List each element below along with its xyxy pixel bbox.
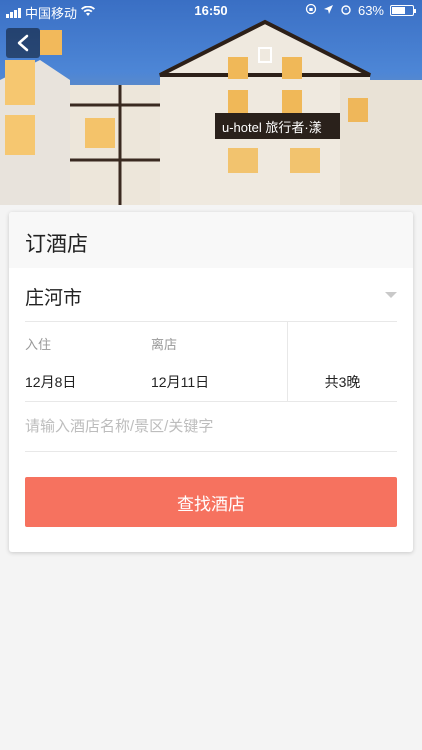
battery-icon xyxy=(390,5,416,16)
keyword-search-input[interactable] xyxy=(25,402,397,451)
keyword-search xyxy=(25,402,397,452)
city-value: 庄河市 xyxy=(25,288,83,309)
battery-percent: 63% xyxy=(357,3,384,18)
city-selector[interactable]: 庄河市 xyxy=(25,268,397,322)
nights-count: 共3晚 xyxy=(287,322,397,402)
checkout-date-picker[interactable]: 离店 12月11日 xyxy=(151,322,287,402)
checkin-date: 12月8日 xyxy=(25,374,77,390)
back-button[interactable] xyxy=(6,28,40,58)
dropdown-caret-icon xyxy=(385,292,397,298)
nights-text: 共3晚 xyxy=(324,374,361,390)
hotel-photo: u-hotel 旅行者·漾 xyxy=(0,19,422,205)
checkin-label: 入住 xyxy=(25,337,52,352)
checkin-date-picker[interactable]: 入住 12月8日 xyxy=(25,322,151,402)
alarm-icon xyxy=(340,3,352,18)
status-bar: 中国移动 16:50 63% xyxy=(0,0,422,22)
hotel-hero-image: u-hotel 旅行者·漾 xyxy=(0,0,422,205)
hotel-booking-card: 订酒店 庄河市 入住 12月8日 离店 12月11日 共3晚 查找酒店 xyxy=(9,212,413,552)
rotation-lock-icon xyxy=(305,3,317,18)
chevron-left-icon xyxy=(17,34,29,52)
checkout-date: 12月11日 xyxy=(151,374,210,390)
find-hotel-button[interactable]: 查找酒店 xyxy=(25,477,397,527)
hotel-sign-text: u-hotel 旅行者·漾 xyxy=(222,120,322,135)
checkout-label: 离店 xyxy=(151,337,178,352)
location-icon xyxy=(323,3,334,18)
booking-title: 订酒店 xyxy=(9,212,413,268)
date-range: 入住 12月8日 离店 12月11日 共3晚 xyxy=(25,322,397,402)
